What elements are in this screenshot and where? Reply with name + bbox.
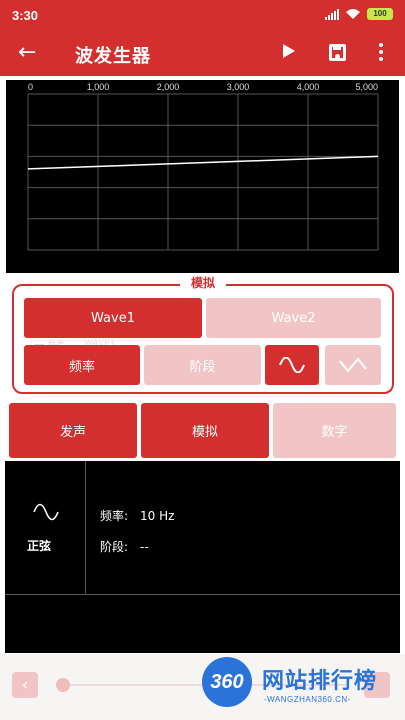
phase-readout: 阶段: -- (100, 538, 149, 555)
slider-thumb[interactable] (56, 678, 70, 692)
info-horizontal-divider (5, 594, 400, 595)
save-icon[interactable] (329, 44, 346, 61)
x-tick-label: 0 (28, 82, 33, 92)
sine-wave-button[interactable] (265, 345, 319, 385)
x-tick-label: 1,000 (87, 82, 110, 92)
wave-type-label: 正弦 (27, 539, 52, 553)
info-vertical-divider (85, 461, 86, 594)
x-tick-label: 3,000 (227, 82, 250, 92)
frequency-button[interactable]: 频率 (24, 345, 140, 385)
triangle-wave-icon (339, 357, 367, 373)
x-tick-label: 5,000 (355, 82, 378, 92)
wave-info-panel: 正弦 频率: 10 Hz 阶段: -- (5, 461, 400, 653)
series-line-wave1 (27, 155, 379, 170)
watermark-logo: 360 (202, 657, 252, 707)
chart-canvas: 0 1,000 2,000 3,000 4,000 5,000 (27, 82, 379, 251)
frequency-readout: 频率: 10 Hz (100, 507, 174, 524)
phase-value: -- (140, 540, 149, 554)
chevron-left-icon[interactable]: ‹ (12, 672, 38, 698)
signal-icon (325, 8, 339, 20)
status-icons: 100 (325, 8, 393, 20)
watermark-url: -WANGZHAN360.CN- (264, 695, 351, 704)
simulation-group-title: 模拟 (180, 274, 226, 292)
status-bar: 3:30 100 (0, 0, 405, 32)
status-time: 3:30 (12, 8, 39, 23)
page-title: 波发生器 (75, 46, 151, 67)
watermark-text: 网站排行榜 (262, 669, 378, 694)
play-icon[interactable] (283, 44, 295, 58)
app-toolbar: ← 波发生器 (0, 32, 405, 76)
wifi-icon (346, 9, 360, 19)
triangle-wave-button[interactable] (325, 345, 381, 385)
wave2-button[interactable]: Wave2 (206, 298, 381, 338)
phase-label: 阶段: (100, 540, 129, 554)
digital-mode-button[interactable]: 数字 (273, 403, 396, 458)
watermark: 360 网站排行榜 -WANGZHAN360.CN- (200, 655, 405, 720)
waveform-chart[interactable]: 01,0002,0003,0004,0005,000 参考 WAVE1 (6, 80, 399, 350)
wave1-button[interactable]: Wave1 (24, 298, 202, 338)
sine-wave-icon (33, 503, 59, 521)
frequency-label: 频率: (100, 509, 129, 523)
sine-wave-icon (279, 357, 305, 373)
more-vert-icon[interactable] (376, 43, 386, 65)
sound-mode-button[interactable]: 发声 (9, 403, 137, 458)
analog-mode-button[interactable]: 模拟 (141, 403, 269, 458)
phase-button[interactable]: 阶段 (144, 345, 261, 385)
battery-icon: 100 (367, 8, 393, 20)
x-tick-label: 2,000 (157, 82, 180, 92)
arrow-left-icon[interactable]: ← (18, 40, 36, 66)
x-tick-label: 4,000 (297, 82, 320, 92)
frequency-value: 10 Hz (140, 509, 175, 523)
